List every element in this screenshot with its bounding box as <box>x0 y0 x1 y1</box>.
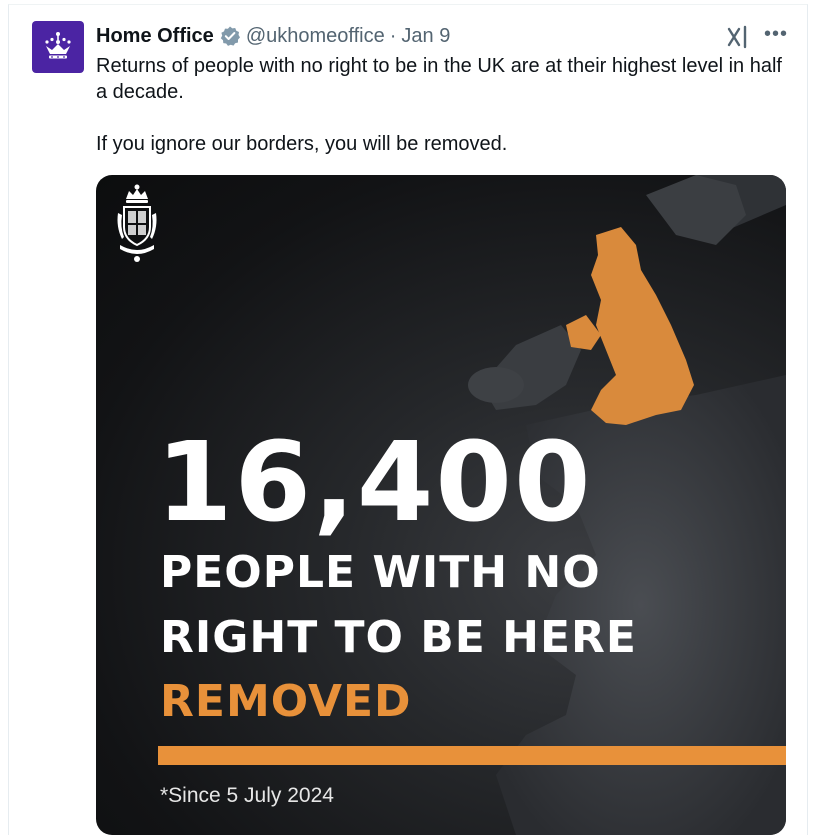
account-handle[interactable]: @ukhomeoffice <box>246 25 385 48</box>
royal-crest-icon <box>117 184 157 262</box>
avatar[interactable] <box>32 21 84 73</box>
headline-line-1: PEOPLE WITH NO <box>160 547 601 598</box>
more-icon[interactable]: ••• <box>763 23 789 49</box>
tweet-text: Returns of people with no right to be in… <box>96 53 786 157</box>
headline-removed: REMOVED <box>160 676 412 727</box>
tweet-image[interactable]: 16,400 PEOPLE WITH NO RIGHT TO BE HERE R… <box>96 175 786 835</box>
verified-badge-icon[interactable] <box>219 25 241 47</box>
account-name[interactable]: Home Office <box>96 25 214 48</box>
tweet-header: Home Office @ukhomeoffice · Jan 9 <box>96 23 450 49</box>
removals-count: 16,400 <box>156 418 593 546</box>
tweet-paragraph-1: Returns of people with no right to be in… <box>96 55 782 103</box>
tweet-date[interactable]: Jan 9 <box>401 25 450 48</box>
tweet-paragraph-2: If you ignore our borders, you will be r… <box>96 133 508 155</box>
grok-icon[interactable] <box>725 25 751 49</box>
since-footnote: *Since 5 July 2024 <box>160 784 334 807</box>
tweet-card[interactable]: Home Office @ukhomeoffice · Jan 9 ••• Re… <box>8 4 808 835</box>
headline-line-2: RIGHT TO BE HERE <box>160 612 637 663</box>
crown-icon <box>45 32 71 59</box>
separator-dot: · <box>389 24 397 47</box>
accent-bar <box>158 746 786 765</box>
